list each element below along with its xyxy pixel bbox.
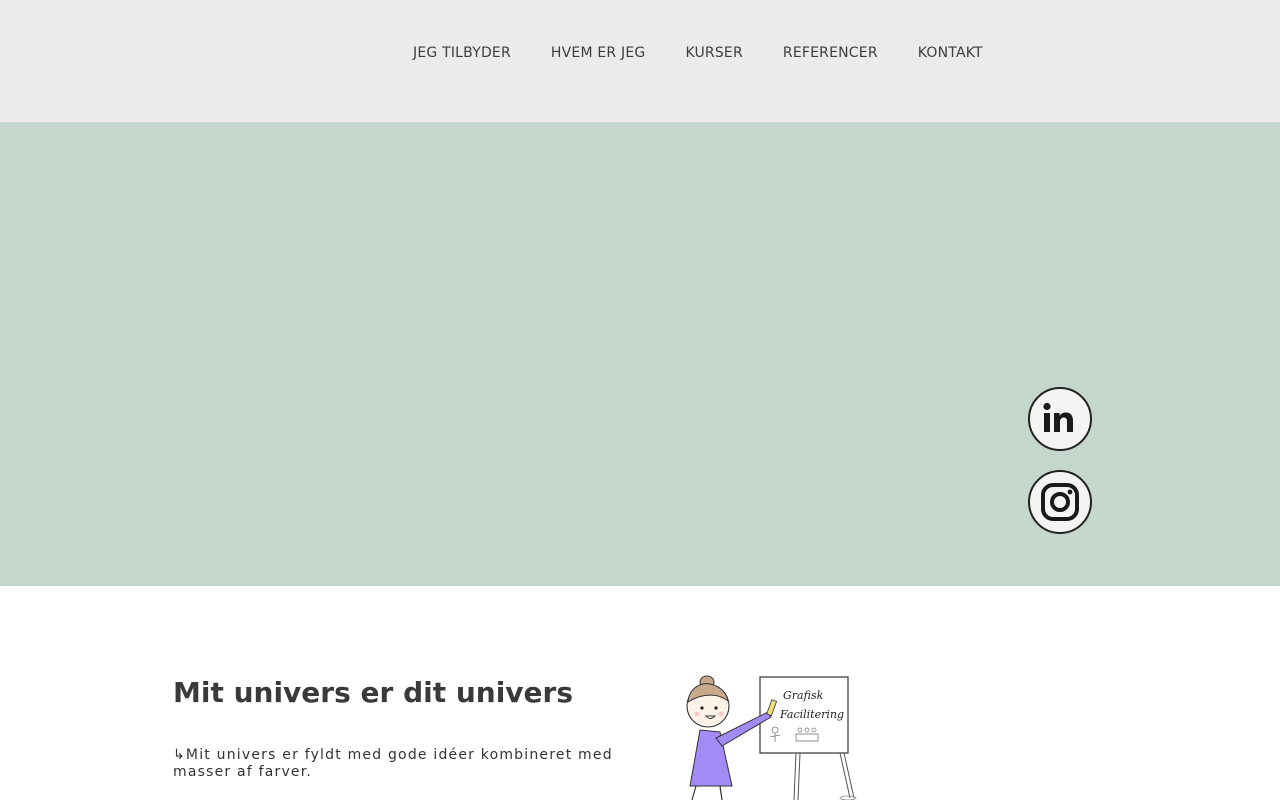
board-text-line2: Facilitering xyxy=(779,708,844,721)
nav-item-hvem-er-jeg[interactable]: HVEM ER JEG xyxy=(551,42,646,64)
board-text-line1: Grafisk xyxy=(783,689,824,702)
nav-item-kurser[interactable]: KURSER xyxy=(685,42,742,64)
main-nav: JEG TILBYDER HVEM ER JEG KURSER REFERENC… xyxy=(413,42,983,64)
instagram-link[interactable] xyxy=(1028,470,1092,534)
facilitator-illustration: Grafisk Facilitering xyxy=(686,675,857,800)
linkedin-link[interactable] xyxy=(1028,387,1092,451)
nav-item-jeg-tilbyder[interactable]: JEG TILBYDER xyxy=(413,42,511,64)
nav-item-kontakt[interactable]: KONTAKT xyxy=(918,42,983,64)
section-body: ↳Mit univers er fyldt med gode idéer kom… xyxy=(173,747,613,780)
site-header: JEG TILBYDER HVEM ER JEG KURSER REFERENC… xyxy=(0,0,1280,122)
section-title: Mit univers er dit univers xyxy=(173,676,574,709)
nav-item-referencer[interactable]: REFERENCER xyxy=(783,42,878,64)
flipboard: Grafisk Facilitering xyxy=(759,676,857,800)
instagram-icon xyxy=(1041,483,1079,521)
linkedin-icon xyxy=(1043,402,1073,432)
